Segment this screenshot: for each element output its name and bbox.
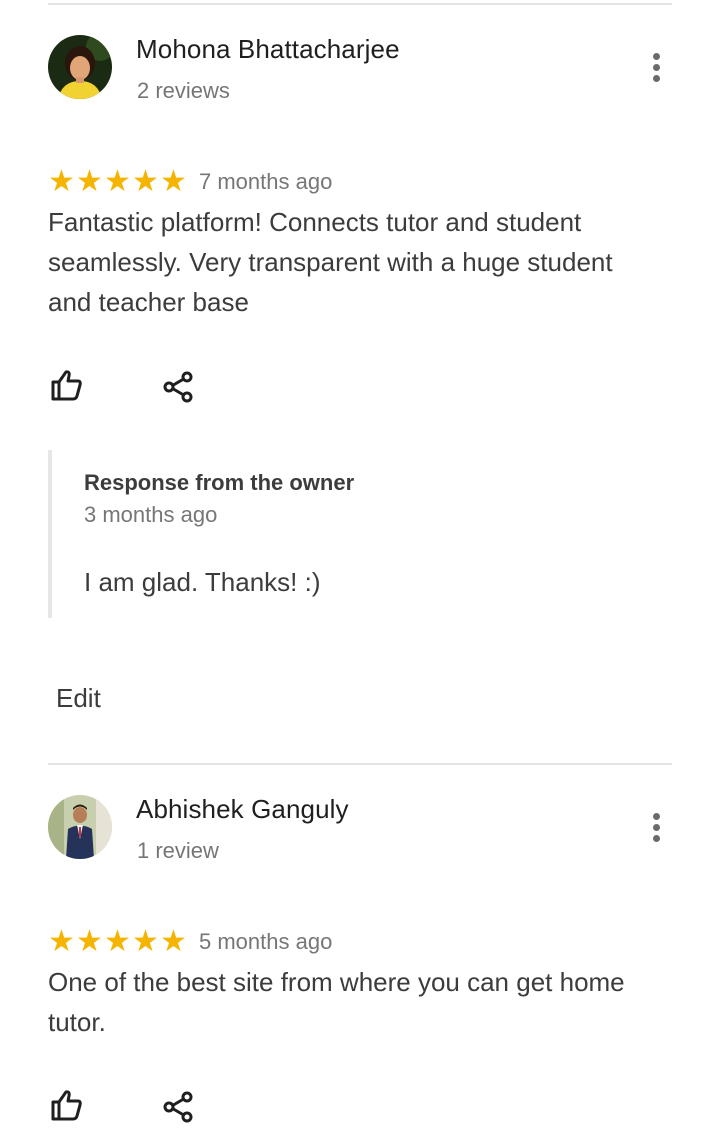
star-icon: ★	[132, 925, 159, 958]
star-icon: ★	[48, 925, 75, 958]
review-count[interactable]: 1 review	[137, 838, 219, 864]
more-vert-icon	[652, 812, 660, 820]
share-button[interactable]	[158, 1087, 198, 1127]
share-icon	[163, 1091, 193, 1123]
review-date: 5 months ago	[199, 929, 333, 954]
avatar[interactable]	[48, 795, 112, 859]
review-card: Abhishek Ganguly 1 review ★ ★ ★ ★ ★ 5 mo…	[0, 0, 720, 1130]
like-button[interactable]	[46, 1085, 86, 1125]
thumb-up-icon	[51, 1090, 82, 1121]
star-icon: ★	[104, 925, 131, 958]
star-rating: ★ ★ ★ ★ ★	[48, 927, 187, 957]
rating-row: ★ ★ ★ ★ ★ 5 months ago	[48, 927, 332, 957]
star-icon: ★	[160, 925, 187, 958]
author-name[interactable]: Abhishek Ganguly	[136, 794, 349, 825]
more-options-button[interactable]	[640, 807, 672, 847]
star-icon: ★	[76, 925, 103, 958]
review-text: One of the best site from where you can …	[48, 967, 625, 1037]
